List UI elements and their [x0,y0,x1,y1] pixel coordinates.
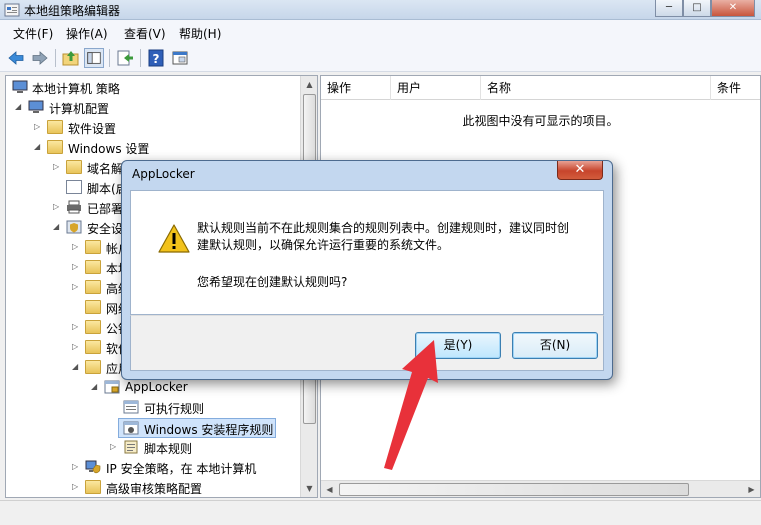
window-close-button[interactable]: ✕ [711,0,755,17]
tree-item-ip-security[interactable]: ▷ IP 安全策略，在 本地计算机 [12,458,302,478]
list-header: 操作 用户 名称 条件 [321,76,760,100]
dialog-body: 默认规则当前不在此规则集合的规则列表中。创建规则时，建议同时创建默认规则，以确保… [130,190,604,315]
folder-icon [85,340,101,354]
folder-icon [85,260,101,274]
column-header-action[interactable]: 操作 [321,76,391,100]
expand-arrow-icon[interactable]: ▷ [110,442,119,451]
collapse-arrow-icon[interactable]: ◢ [53,222,62,231]
maximize-button[interactable]: □ [683,0,711,17]
tree-item-computer-config[interactable]: ◢ 计算机配置 [12,98,302,118]
dialog-message: 默认规则当前不在此规则集合的规则列表中。创建规则时，建议同时创建默认规则，以确保… [197,221,570,252]
folder-icon [85,240,101,254]
menu-file[interactable]: 文件(F) [13,25,53,42]
expand-arrow-icon[interactable]: ▷ [72,342,81,351]
folder-icon [47,140,63,154]
list-horizontal-scrollbar[interactable]: ◀ ▶ [321,480,760,497]
ipsec-icon [85,460,101,474]
expand-arrow-icon[interactable]: ▷ [72,462,81,471]
tree-item-windows-installer-rules[interactable]: Windows 安装程序规则 [118,418,276,438]
no-button[interactable]: 否(N) [512,332,598,359]
back-icon[interactable] [6,48,26,68]
yes-button[interactable]: 是(Y) [415,332,501,359]
printer-icon [67,200,81,214]
folder-icon [85,280,101,294]
script-icon [66,180,82,194]
menu-view[interactable]: 查看(V) [124,25,166,42]
toolbar-separator [55,49,56,67]
collapse-arrow-icon[interactable]: ◢ [91,382,100,391]
security-icon [66,220,82,234]
expand-arrow-icon[interactable]: ▷ [72,282,81,291]
tree-item-executable-rules[interactable]: 可执行规则 [12,398,302,418]
applocker-icon [104,380,120,394]
rule-icon [124,440,138,454]
scroll-down-arrow-icon[interactable]: ▼ [301,480,317,497]
folder-icon [85,300,101,314]
tree-item-software-settings[interactable]: ▷ 软件设置 [12,118,302,138]
toolbar-separator [109,49,110,67]
dialog-close-button[interactable]: ✕ [557,161,603,180]
dialog-footer: 是(Y) 否(N) [130,315,604,371]
scroll-left-arrow-icon[interactable]: ◀ [321,481,338,497]
title-bar: 本地组策略编辑器 ─ □ ✕ [0,0,761,20]
menu-help[interactable]: 帮助(H) [179,25,221,42]
tree-item-script-rules[interactable]: ▷ 脚本规则 [12,438,302,458]
toolbar-separator [140,49,141,67]
folder-icon [66,160,82,174]
collapse-arrow-icon[interactable]: ◢ [34,142,43,151]
status-bar [0,500,761,525]
folder-icon [85,480,101,494]
dialog-question: 您希望现在创建默认规则吗? [197,275,348,289]
tree-item-advanced-audit[interactable]: ▷ 高级审核策略配置 [12,478,302,497]
computer-icon [28,100,44,113]
column-header-name[interactable]: 名称 [481,76,711,100]
svg-text:?: ? [153,52,160,66]
expand-arrow-icon[interactable]: ▷ [53,162,62,171]
show-hide-tree-icon[interactable] [84,48,104,68]
toolbar: ? [0,44,761,72]
tree-item-windows-settings[interactable]: ◢ Windows 设置 [12,138,302,158]
minimize-button[interactable]: ─ [655,0,683,17]
collapse-arrow-icon[interactable]: ◢ [72,362,81,371]
scroll-up-arrow-icon[interactable]: ▲ [301,76,317,93]
list-scroll-thumb[interactable] [339,483,689,496]
forward-icon[interactable] [30,48,50,68]
computer-icon [12,80,28,93]
empty-list-message: 此视图中没有可显示的项目。 [462,114,619,128]
expand-arrow-icon[interactable]: ▷ [72,262,81,271]
tree-item-local-computer-policy[interactable]: 本地计算机 策略 [12,78,302,98]
column-header-condition[interactable]: 条件 [711,76,760,100]
applocker-dialog: AppLocker ✕ 默认规则当前不在此规则集合的规则列表中。创建规则时，建议… [121,160,613,380]
help-icon[interactable]: ? [146,48,166,68]
export-list-icon[interactable] [115,48,135,68]
window-title: 本地组策略编辑器 [24,4,121,18]
properties-icon[interactable] [170,48,190,68]
folder-icon [47,120,63,134]
group-policy-icon [4,3,20,17]
warning-icon [158,224,190,253]
scroll-right-arrow-icon[interactable]: ▶ [743,481,760,497]
expand-arrow-icon[interactable]: ▷ [72,482,81,491]
menu-bar: 文件(F) 操作(A) 查看(V) 帮助(H) [0,20,761,44]
expand-arrow-icon[interactable]: ▷ [72,322,81,331]
collapse-arrow-icon[interactable]: ◢ [15,102,24,111]
column-header-user[interactable]: 用户 [391,76,481,100]
expand-arrow-icon[interactable]: ▷ [72,242,81,251]
expand-arrow-icon[interactable]: ▷ [34,122,43,131]
menu-action[interactable]: 操作(A) [66,25,108,42]
expand-arrow-icon[interactable]: ▷ [53,202,62,211]
dialog-title: AppLocker [132,167,195,181]
folder-icon [85,360,101,374]
up-folder-icon[interactable] [61,48,81,68]
folder-icon [85,320,101,334]
rule-icon [123,421,139,435]
tree-item-applocker[interactable]: ◢ AppLocker [12,378,302,398]
rule-icon [123,400,139,414]
